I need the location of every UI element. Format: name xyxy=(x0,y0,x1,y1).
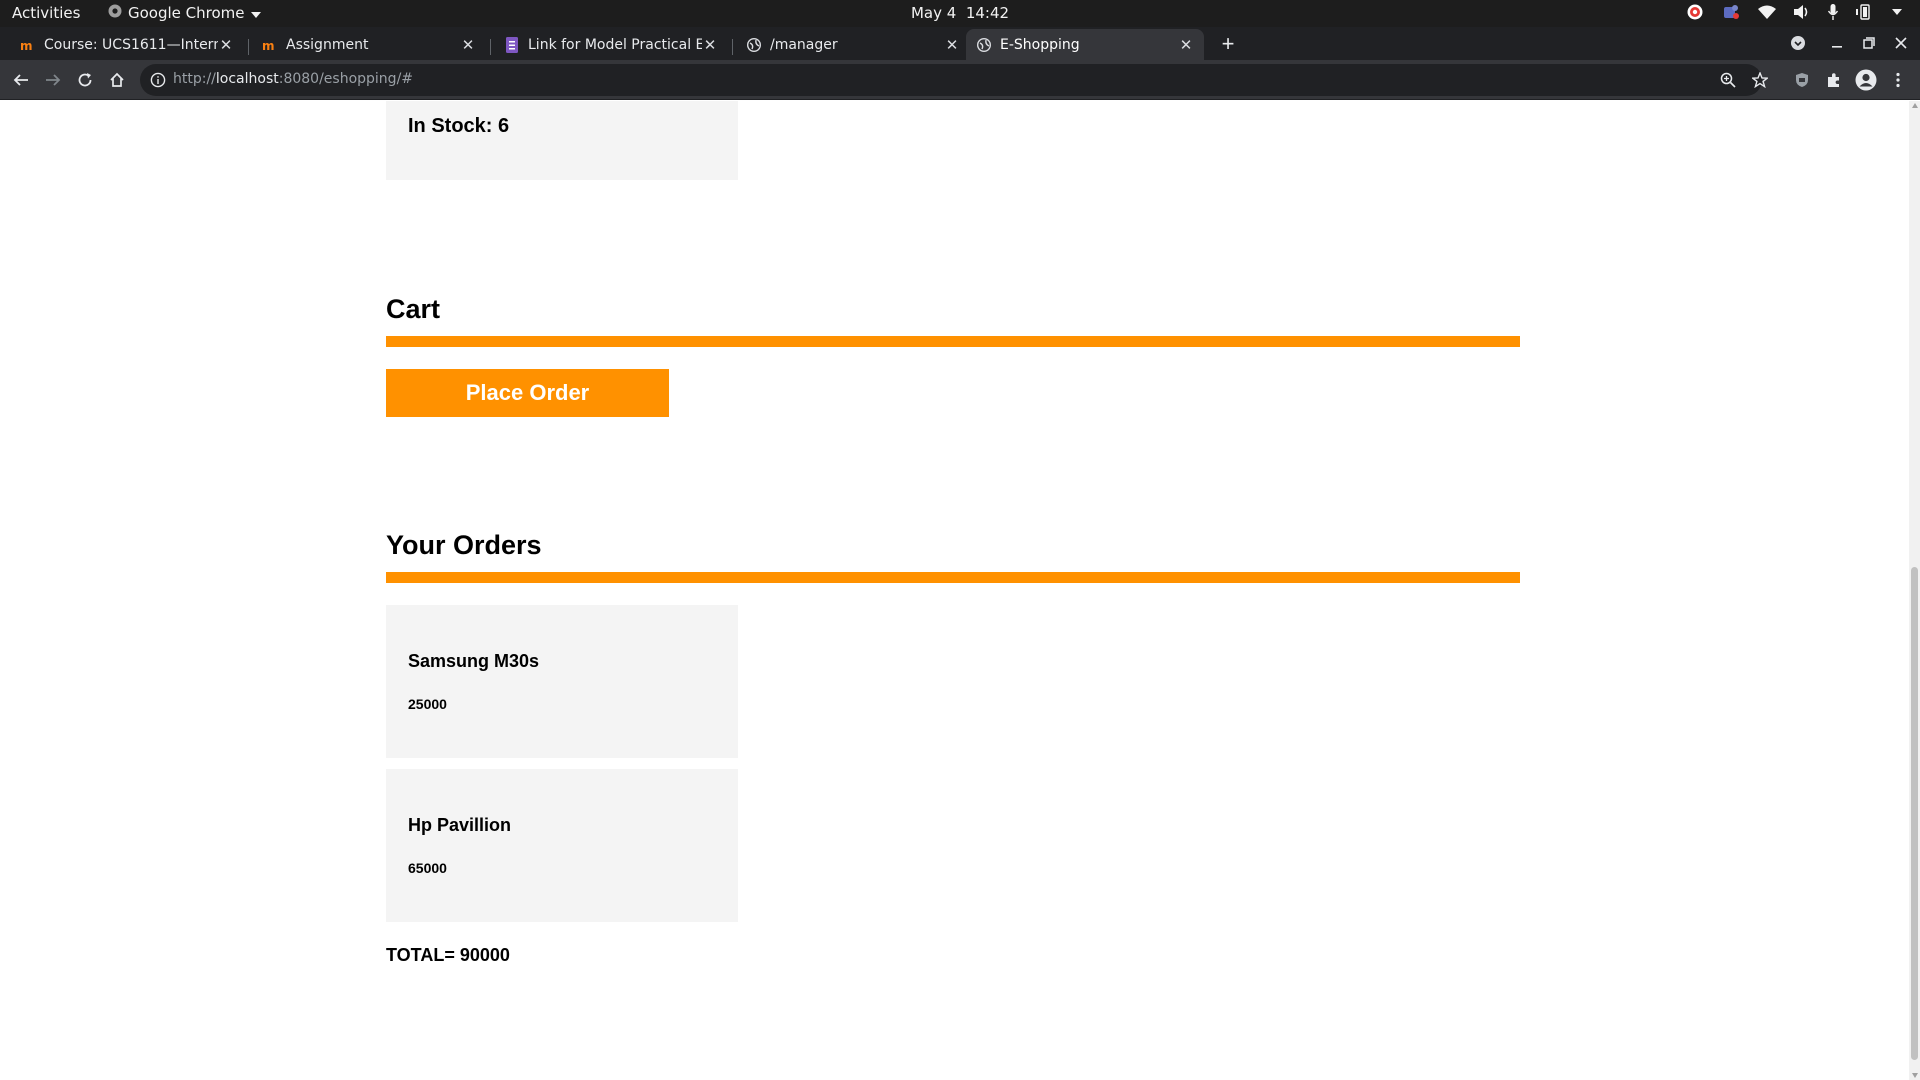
order-item-name: Hp Pavillion xyxy=(408,815,512,835)
system-tray xyxy=(1686,3,1902,21)
orders-heading: Your Orders xyxy=(386,530,542,560)
bookmark-star-icon[interactable] xyxy=(1750,71,1770,89)
wifi-icon[interactable] xyxy=(1758,5,1776,19)
url-scheme: http:// xyxy=(173,71,216,87)
chevron-down-icon xyxy=(250,4,261,22)
order-card: Samsung M30s 25000 xyxy=(386,605,738,758)
restore-icon[interactable] xyxy=(1858,32,1880,54)
orders-divider xyxy=(386,572,1520,583)
back-arrow-icon[interactable] xyxy=(9,68,33,92)
svg-text:m: m xyxy=(20,39,33,51)
close-icon[interactable]: ✕ xyxy=(218,36,234,54)
order-item-name: Samsung M30s xyxy=(408,651,540,671)
tab-manager[interactable]: /manager ✕ xyxy=(736,29,970,60)
tab-search-icon[interactable] xyxy=(1787,32,1809,54)
system-top-bar: Activities Google Chrome May 4 14:42 xyxy=(0,0,1920,27)
battery-icon[interactable] xyxy=(1856,4,1874,20)
tab-separator xyxy=(732,39,733,55)
order-card: Hp Pavillion 65000 xyxy=(386,769,738,922)
scrollbar-thumb[interactable] xyxy=(1911,567,1918,1060)
profile-avatar-icon[interactable] xyxy=(1854,68,1878,92)
teams-icon[interactable] xyxy=(1722,3,1740,21)
url-path: :8080/eshopping/# xyxy=(278,71,414,87)
minimize-icon[interactable] xyxy=(1826,32,1848,54)
tab-title: E-Shopping xyxy=(1000,36,1080,53)
svg-text:m: m xyxy=(262,39,275,51)
vertical-scrollbar[interactable] xyxy=(1909,101,1920,1080)
clock: May 4 14:42 xyxy=(0,4,1920,22)
moodle-icon: m xyxy=(262,37,278,53)
new-tab-plus-icon[interactable]: + xyxy=(1216,33,1240,57)
close-window-icon[interactable] xyxy=(1890,32,1912,54)
app-menu-label: Google Chrome xyxy=(128,4,245,22)
tab-course[interactable]: m Course: UCS1611—Interne ✕ xyxy=(10,29,244,60)
close-icon[interactable]: ✕ xyxy=(702,36,718,54)
close-icon[interactable]: ✕ xyxy=(944,36,960,54)
extensions-puzzle-icon[interactable] xyxy=(1822,68,1846,92)
app-menu[interactable]: Google Chrome xyxy=(108,4,261,22)
clock-time[interactable]: 14:42 xyxy=(966,4,1009,22)
moodle-icon: m xyxy=(20,37,36,53)
system-menu-chevron-icon[interactable] xyxy=(1892,9,1902,15)
order-item-price: 25000 xyxy=(408,696,447,712)
zoom-icon[interactable] xyxy=(1720,72,1736,88)
address-bar[interactable]: http://localhost:8080/eshopping/# xyxy=(140,64,1770,96)
tab-strip: m Course: UCS1611—Interne ✕ m Assignment… xyxy=(0,27,1920,60)
cart-heading: Cart xyxy=(386,294,441,324)
microphone-icon[interactable] xyxy=(1828,4,1838,20)
globe-icon xyxy=(746,37,762,53)
place-order-button[interactable]: Place Order xyxy=(386,369,669,417)
product-card: In Stock: 6 xyxy=(386,101,738,180)
volume-icon[interactable] xyxy=(1794,5,1810,19)
screen-record-icon[interactable] xyxy=(1686,3,1704,21)
tab-e-shopping[interactable]: E-Shopping ✕ xyxy=(966,29,1204,60)
tab-separator xyxy=(248,39,249,55)
order-total: TOTAL= 90000 xyxy=(386,945,510,965)
close-icon[interactable]: ✕ xyxy=(1178,36,1194,54)
tab-title: Link for Model Practical E xyxy=(528,36,702,53)
forward-arrow-icon[interactable] xyxy=(41,68,65,92)
tab-title: Assignment xyxy=(286,36,369,53)
chrome-app-icon xyxy=(108,4,122,22)
shield-extension-icon[interactable] xyxy=(1790,68,1814,92)
reload-icon[interactable] xyxy=(73,68,97,92)
tab-separator xyxy=(490,39,491,55)
url-host: localhost xyxy=(215,71,279,87)
site-info-icon[interactable] xyxy=(150,72,166,88)
url-text[interactable]: http://localhost:8080/eshopping/# xyxy=(173,71,413,87)
scroll-up-arrow-icon[interactable] xyxy=(1912,103,1918,108)
tab-assignment[interactable]: m Assignment ✕ xyxy=(252,29,486,60)
stock-count: In Stock: 6 xyxy=(408,115,510,137)
order-item-price: 65000 xyxy=(408,860,447,876)
activities-button[interactable]: Activities xyxy=(12,4,80,22)
clock-date[interactable]: May 4 xyxy=(911,4,956,22)
tab-title: /manager xyxy=(770,36,838,53)
cart-divider xyxy=(386,336,1520,347)
browser-toolbar: http://localhost:8080/eshopping/# xyxy=(0,60,1920,100)
globe-icon xyxy=(976,37,992,53)
chrome-menu-icon[interactable] xyxy=(1886,68,1910,92)
tab-model-practical[interactable]: Link for Model Practical E ✕ xyxy=(494,29,728,60)
page-viewport: In Stock: 6 Cart Place Order Your Orders… xyxy=(0,101,1920,1080)
scroll-down-arrow-icon[interactable] xyxy=(1912,1073,1918,1078)
home-icon[interactable] xyxy=(105,68,129,92)
google-forms-icon xyxy=(504,36,520,53)
close-icon[interactable]: ✕ xyxy=(460,36,476,54)
tab-title: Course: UCS1611—Interne xyxy=(44,36,218,53)
